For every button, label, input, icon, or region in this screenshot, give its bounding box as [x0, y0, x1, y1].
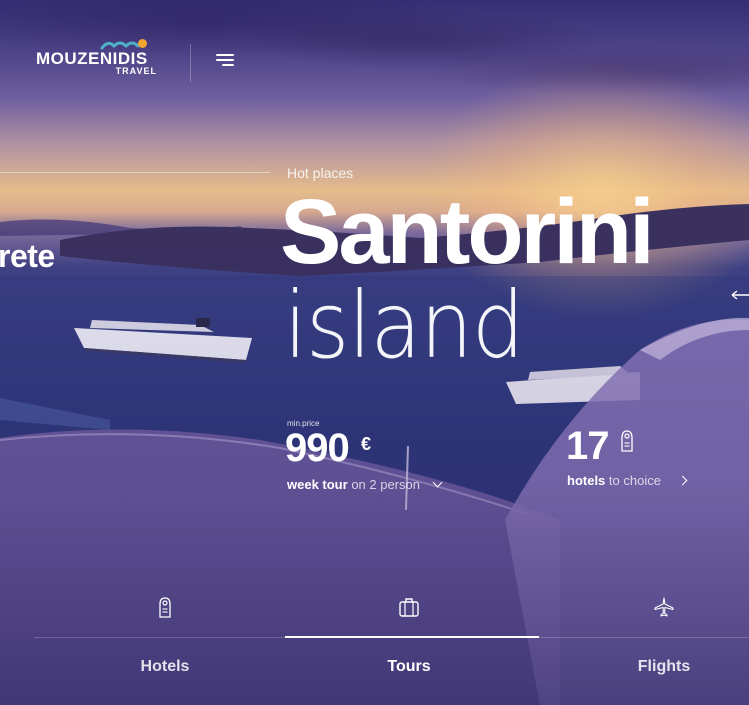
hero-subtitle-text: island	[284, 272, 524, 379]
brand-logo[interactable]: MOUZENIDIS TRAVEL	[36, 38, 160, 78]
hotels-count: 17	[566, 424, 609, 468]
logo-sun-dot	[138, 39, 147, 48]
tab-tours[interactable]: Tours	[329, 595, 489, 676]
price-currency: €	[361, 434, 372, 454]
chevron-right-icon	[677, 475, 688, 486]
tab-hotels[interactable]: Hotels	[85, 595, 245, 676]
suitcase-icon	[399, 598, 419, 617]
next-arrow-icon[interactable]	[722, 290, 749, 300]
tour-duration: week tour	[287, 477, 348, 492]
airplane-icon	[654, 597, 674, 617]
door-hanger-icon	[621, 430, 633, 452]
chevron-down-icon	[432, 477, 443, 488]
tour-duration-selector[interactable]: week tour on 2 person	[287, 477, 443, 492]
hamburger-menu-icon[interactable]	[216, 52, 238, 68]
hotels-choice-link[interactable]: hotels to choice	[567, 473, 688, 488]
tab-label: Tours	[387, 658, 431, 675]
brand-sub: TRAVEL	[115, 66, 157, 76]
tab-flights[interactable]: Flights	[584, 595, 744, 676]
door-hanger-icon	[159, 597, 171, 618]
hero-divider-line	[0, 172, 270, 173]
hotels-word: hotels	[567, 473, 606, 488]
price-value: 990	[285, 426, 350, 470]
header-divider	[190, 44, 191, 82]
hotels-choice: to choice	[608, 473, 661, 488]
tab-label: Flights	[637, 658, 691, 675]
tour-persons: on 2 person	[351, 477, 420, 492]
hero-subtitle: island	[284, 280, 524, 372]
hero-eyebrow: Hot places	[287, 165, 354, 181]
previous-slide-title[interactable]: rete	[0, 238, 55, 275]
hero-title: Santorini	[280, 181, 655, 283]
tab-label: Hotels	[140, 658, 190, 675]
